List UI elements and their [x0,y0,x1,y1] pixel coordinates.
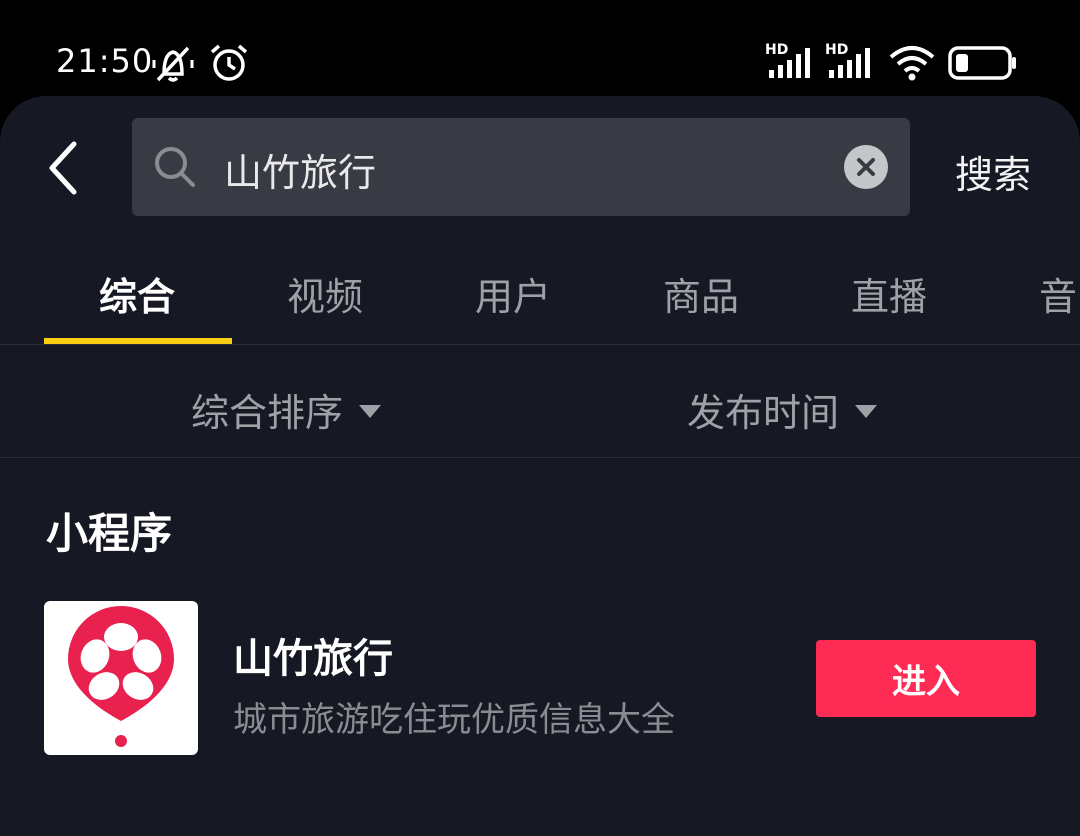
wifi-icon [889,46,935,81]
tab-video[interactable]: 视频 [287,266,363,321]
hd-signal-icon: HD [765,42,817,80]
caret-down-icon [855,405,878,418]
search-icon [155,147,195,187]
section-title: 小程序 [46,509,173,558]
search-results-panel: 山竹旅行 搜索 综合 视频 用户 商品 直播 音 综合排序 发布时间 小程序 山… [0,96,1080,836]
enter-button[interactable]: 进入 [816,640,1036,717]
status-time: 21:50 [56,42,154,80]
clear-icon[interactable] [843,144,889,190]
search-button[interactable]: 搜索 [955,144,1031,199]
tab-music[interactable]: 音 [1039,266,1077,321]
tab-user[interactable]: 用户 [475,266,551,321]
tab-product[interactable]: 商品 [663,266,739,321]
sort-filter-label: 综合排序 [191,391,344,435]
divider [0,457,1080,458]
search-input[interactable]: 山竹旅行 [132,118,910,216]
tab-comprehensive[interactable]: 综合 [99,266,175,321]
mangosteen-logo-icon [68,606,174,747]
back-icon[interactable] [40,136,90,200]
battery-icon [948,46,1016,80]
mini-program-description: 城市旅游吃住玩优质信息大全 [233,700,675,740]
divider [0,344,1080,345]
mute-icon [152,46,194,82]
hd-signal-icon: HD [825,42,877,80]
status-bar: 21:50 HD HD [0,0,1080,100]
mini-program-logo[interactable] [44,601,198,755]
time-filter-label: 发布时间 [687,391,840,435]
search-query[interactable]: 山竹旅行 [224,142,376,197]
mini-program-name[interactable]: 山竹旅行 [233,626,393,684]
sort-filter[interactable]: 综合排序 [191,382,382,437]
time-filter[interactable]: 发布时间 [687,382,878,437]
caret-down-icon [359,405,382,418]
tab-live[interactable]: 直播 [851,266,927,321]
result-tabs: 综合 视频 用户 商品 直播 音 [0,266,1080,346]
alarm-icon [210,44,248,81]
